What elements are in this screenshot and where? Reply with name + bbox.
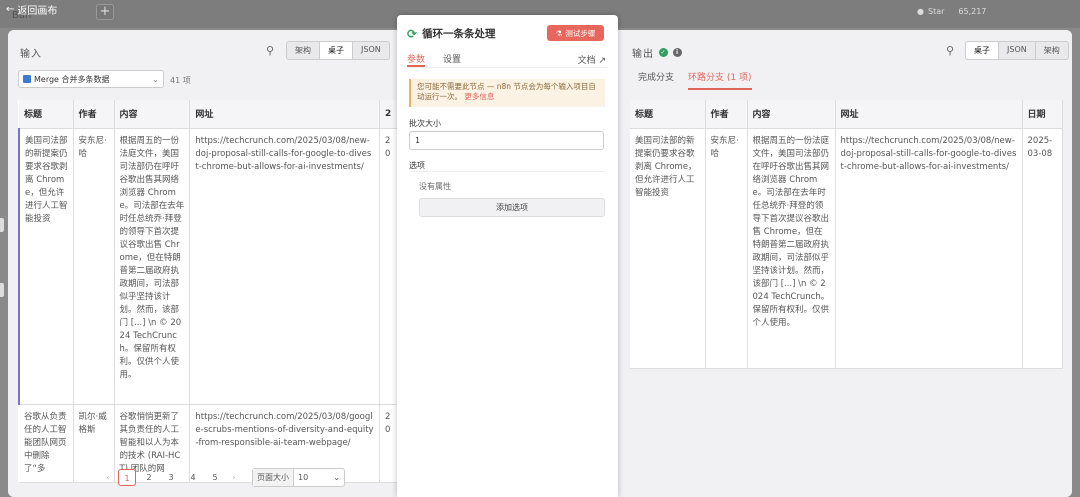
search-icon[interactable]: ⚲ — [266, 44, 274, 57]
input-node-select[interactable]: Merge 合并多条数据 ⌄ — [18, 70, 164, 88]
test-step-button[interactable]: ⚗ 测试步骤 — [547, 25, 604, 41]
chevron-down-icon: ⌄ — [333, 473, 340, 482]
input-table: 标题 作者 内容 网址 2 美国司法部的新提案仍要求谷歌剥离 Chrome，但允… — [18, 100, 398, 483]
docs-link[interactable]: 文档 ↗ — [578, 53, 606, 66]
column-header[interactable]: 网址 — [189, 100, 380, 129]
input-label: 输入 — [20, 45, 42, 60]
column-header[interactable]: 日期 — [1022, 100, 1063, 129]
search-icon[interactable]: ⚲ — [946, 44, 954, 57]
loop-icon: ⟳ — [407, 26, 418, 41]
column-header[interactable]: 内容 — [114, 100, 191, 129]
merge-node-icon — [23, 75, 31, 83]
page-size-label: 页面大小 — [253, 469, 294, 486]
divider — [409, 171, 605, 172]
column-header[interactable]: 标题 — [19, 100, 74, 129]
cell-title: 美国司法部的新提案仍要求谷歌剥离 Chrome，但允许进行人工智能投资 — [18, 128, 74, 405]
node-title[interactable]: ⟳ 循环一条条处理 — [407, 26, 496, 41]
view-schema[interactable]: 架构 — [1036, 42, 1068, 59]
output-view-switch: 桌子 JSON 架构 — [965, 41, 1069, 60]
input-panel-header: 输入 ⚲ 架构 桌子 JSON — [8, 30, 398, 70]
output-panel: 输出 ✓ i ⚲ 桌子 JSON 架构 完成分支 环路分支 (1 项) 标题 作… — [620, 30, 1072, 497]
docs-label: 文档 — [577, 56, 596, 66]
options-label: 选项 — [409, 161, 425, 170]
github-star-button[interactable]: ● Star 65,217 — [917, 7, 986, 16]
table-row[interactable]: 美国司法部的新提案仍要求谷歌剥离 Chrome，但允许进行人工智能投资 安东尼·… — [18, 128, 398, 405]
back-to-canvas-link[interactable]: ← 返回画布 — [6, 2, 57, 17]
column-header[interactable]: 作者 — [73, 100, 115, 129]
output-branch-tabs: 完成分支 环路分支 (1 项) — [638, 70, 752, 90]
node-title-text: 循环一条条处理 — [422, 28, 496, 40]
prev-page-button[interactable]: ‹ — [102, 473, 114, 482]
column-header[interactable]: 标题 — [630, 100, 706, 129]
pagination: ‹ 1 2 3 4 5 › 页面大小 10 ⌄ — [102, 468, 345, 487]
cell-content: 根据周五的一份法庭文件，美国司法部仍在呼吁谷歌出售其网络浏览器 Chrome。司… — [747, 128, 836, 369]
notice-callout: 您可能不需要此节点 — n8n 节点会为每个输入项目自动运行一次。 更多信息 — [409, 79, 605, 107]
check-circle-icon: ✓ — [659, 48, 668, 57]
canvas-edge-marker — [0, 283, 4, 297]
output-table: 标题 作者 内容 网址 日期 美国司法部的新提案仍要求谷歌剥离 Chrome，但… — [630, 100, 1063, 369]
view-table[interactable]: 桌子 — [320, 42, 353, 59]
page-button[interactable]: 2 — [140, 469, 158, 486]
test-step-label: 测试步骤 — [565, 28, 596, 38]
table-row[interactable]: 美国司法部的新提案仍要求谷歌剥离 Chrome，但允许进行人工智能投资 安东尼·… — [630, 128, 1063, 369]
info-icon[interactable]: i — [673, 48, 682, 57]
page-button[interactable]: 3 — [162, 469, 180, 486]
cell-url: https://techcrunch.com/2025/03/08/new-do… — [835, 128, 1023, 369]
view-schema[interactable]: 架构 — [287, 42, 320, 59]
view-json[interactable]: JSON — [999, 42, 1036, 59]
github-icon: ● — [917, 7, 924, 16]
chevron-down-icon: ⌄ — [152, 74, 159, 84]
star-label: Star — [927, 7, 945, 16]
no-properties-text: 没有属性 — [419, 182, 451, 191]
flask-icon: ⚗ — [555, 28, 563, 38]
cell-author: 安东尼·哈 — [705, 128, 748, 369]
add-option-button[interactable]: 添加选项 — [419, 198, 605, 217]
input-node-name: Merge 合并多条数据 — [34, 74, 110, 84]
column-header[interactable]: 内容 — [747, 100, 836, 129]
column-header[interactable]: 网址 — [835, 100, 1023, 129]
cell-title: 美国司法部的新提案仍要求谷歌剥离 Chrome，但允许进行人工智能投资 — [630, 128, 706, 369]
back-to-canvas-label: 返回画布 — [17, 6, 58, 17]
tab-parameters[interactable]: 参数 — [407, 52, 426, 67]
input-item-count: 41 项 — [170, 76, 191, 85]
page-button[interactable]: 4 — [184, 469, 202, 486]
input-label-text: 输入 — [20, 49, 42, 60]
arrow-left-icon: ← — [6, 4, 15, 15]
input-panel: 输入 ⚲ 架构 桌子 JSON Merge 合并多条数据 ⌄ 41 项 标题 作… — [8, 30, 398, 497]
output-label: 输出 ✓ i — [632, 45, 682, 60]
cell-url: https://techcrunch.com/2025/03/08/new-do… — [189, 128, 380, 405]
page-button[interactable]: 5 — [206, 469, 224, 486]
view-json[interactable]: JSON — [353, 42, 389, 59]
output-label-text: 输出 — [632, 49, 654, 60]
batch-size-input[interactable]: 1 — [409, 131, 604, 150]
cell-date: 2 0 — [379, 128, 398, 405]
output-panel-header: 输出 ✓ i ⚲ 桌子 JSON 架构 — [620, 30, 1072, 70]
cell-author: 安东尼·哈 — [73, 128, 115, 405]
add-tab-button[interactable]: + — [96, 4, 114, 20]
cell-title: 谷歌从负责任的人工智能团队网页中删除了“多 — [19, 404, 74, 483]
page-button[interactable]: 1 — [118, 469, 136, 486]
external-link-icon: ↗ — [598, 56, 606, 66]
tab-settings[interactable]: 设置 — [443, 52, 461, 67]
next-page-button[interactable]: › — [228, 473, 240, 482]
tab-done-branch[interactable]: 完成分支 — [638, 70, 674, 90]
column-header[interactable]: 作者 — [705, 100, 748, 129]
tab-loop-branch[interactable]: 环路分支 (1 项) — [688, 70, 752, 90]
cell-date: 2025-03-08 — [1022, 128, 1063, 369]
node-settings-panel: ⟳ 循环一条条处理 ⚗ 测试步骤 参数 设置 文档 ↗ 您可能不需要此节点 — … — [397, 15, 618, 497]
canvas-edge-marker — [0, 218, 4, 232]
batch-size-label: 批次大小 — [409, 119, 441, 128]
more-info-link[interactable]: 更多信息 — [464, 92, 494, 101]
node-header: ⟳ 循环一条条处理 ⚗ 测试步骤 — [397, 15, 618, 49]
star-count: 65,217 — [958, 7, 987, 16]
cell-content: 根据周五的一份法庭文件，美国司法部仍在呼吁谷歌出售其网络浏览器 Chrome。司… — [114, 128, 191, 405]
page-size-value: 10 — [298, 473, 309, 482]
cell-date: 2 0 — [379, 404, 398, 483]
column-header[interactable]: 2 — [379, 100, 398, 129]
notice-text: 您可能不需要此节点 — n8n 节点会为每个输入项目自动运行一次。 — [417, 82, 596, 101]
page-size-select[interactable]: 页面大小 10 ⌄ — [252, 468, 345, 487]
input-view-switch: 架构 桌子 JSON — [286, 41, 390, 60]
view-table[interactable]: 桌子 — [966, 42, 999, 59]
